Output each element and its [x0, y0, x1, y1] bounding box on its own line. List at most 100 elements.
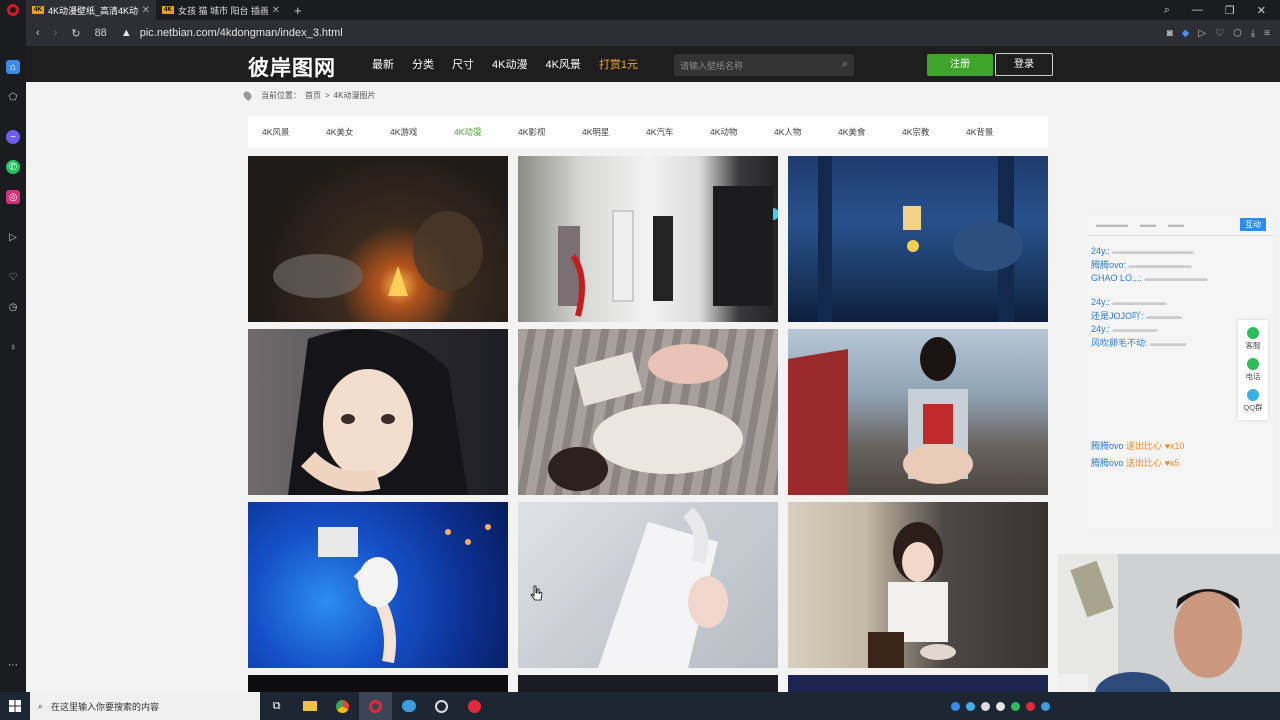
category-item[interactable]: 4K美食: [838, 126, 902, 138]
tray-shield-icon[interactable]: [951, 701, 960, 711]
whatsapp-icon[interactable]: ✆: [6, 160, 20, 174]
chat-user[interactable]: 还是JOJO吖:: [1091, 311, 1144, 321]
netease-music-icon[interactable]: [458, 692, 491, 720]
wallpaper-thumb-blue-girl[interactable]: [248, 502, 508, 668]
category-item[interactable]: 4K影视: [518, 126, 582, 138]
home-icon[interactable]: ⌂: [6, 60, 20, 74]
chat-user[interactable]: 24y.:: [1091, 324, 1110, 334]
warning-icon[interactable]: ▲: [121, 27, 132, 39]
gift-user[interactable]: 腾腾ovo: [1091, 441, 1124, 451]
close-window-icon[interactable]: ✕: [1257, 4, 1266, 17]
messenger-icon[interactable]: ~: [6, 130, 20, 144]
gift-user[interactable]: 腾腾ovo: [1091, 458, 1124, 468]
search-input[interactable]: 请输入壁纸名称 ⌕: [674, 54, 854, 76]
wallpaper-thumb-row4-3[interactable]: [788, 675, 1048, 692]
history-icon[interactable]: ◷: [6, 300, 20, 314]
wallpaper-thumb-lantern-forest[interactable]: [788, 156, 1048, 322]
chat-user[interactable]: 腾腾ovo:: [1091, 260, 1126, 270]
category-item[interactable]: 4K风景: [262, 126, 326, 138]
tray-cloud-icon[interactable]: [981, 701, 990, 711]
file-explorer-icon[interactable]: [293, 692, 326, 720]
chat-user[interactable]: 风吹卵毛不动:: [1091, 338, 1148, 348]
chrome-icon[interactable]: [326, 692, 359, 720]
shield-icon[interactable]: ◆: [1182, 28, 1190, 39]
category-item[interactable]: 4K背景: [966, 126, 1030, 138]
login-button[interactable]: 登录: [995, 53, 1053, 76]
restore-icon[interactable]: ❐: [1225, 4, 1235, 17]
nav-item-size[interactable]: 尺寸: [452, 56, 474, 72]
tray-netease-icon[interactable]: [1026, 701, 1035, 711]
speed-dial-count[interactable]: 88: [95, 27, 107, 39]
category-item[interactable]: 4K美女: [326, 126, 390, 138]
tray-chat-icon[interactable]: [966, 701, 975, 711]
qq-group-button[interactable]: QQ群: [1243, 389, 1263, 413]
download-icon[interactable]: ⤓: [1251, 28, 1255, 39]
category-item[interactable]: 4K人物: [774, 126, 838, 138]
nav-item-4k-anime[interactable]: 4K动漫: [492, 56, 527, 72]
category-item[interactable]: 4K宗教: [902, 126, 966, 138]
chat-user[interactable]: GHAO LO...:: [1091, 273, 1142, 283]
site-logo[interactable]: 彼岸图网: [248, 52, 336, 82]
register-button[interactable]: 注册: [927, 54, 993, 76]
chat-user[interactable]: 24y.:: [1091, 246, 1110, 256]
nav-item-category[interactable]: 分类: [412, 56, 434, 72]
wallpaper-thumb-robot[interactable]: [518, 156, 778, 322]
category-item[interactable]: 4K汽车: [646, 126, 710, 138]
wallpaper-thumb-reading-girl[interactable]: [518, 329, 778, 495]
customer-service-button[interactable]: 客服: [1246, 326, 1261, 351]
nav-item-4k-scenery[interactable]: 4K风景: [545, 56, 580, 72]
tab-close-icon[interactable]: ✕: [272, 5, 280, 16]
tab-close-icon[interactable]: ✕: [142, 5, 150, 16]
new-tab-button[interactable]: +: [294, 3, 302, 18]
browser-tab[interactable]: 4K 女孩 猫 城市 阳台 插画34 ✕: [156, 0, 286, 20]
wallpaper-thumb-row4-2[interactable]: [518, 675, 778, 692]
wallpaper-thumb-black-hair-girl[interactable]: [248, 329, 508, 495]
player-icon[interactable]: ▷: [6, 230, 20, 244]
heart-sidebar-icon[interactable]: ♡: [6, 270, 20, 284]
app-settings-icon[interactable]: [425, 692, 458, 720]
chat-user[interactable]: 24y.:: [1091, 297, 1110, 307]
tray-wechat-icon[interactable]: [1011, 701, 1020, 711]
minimize-icon[interactable]: —: [1192, 4, 1203, 17]
nav-item-latest[interactable]: 最新: [372, 56, 394, 72]
browser-tab-active[interactable]: 4K 4K动漫壁纸_高清4K动漫图 ✕: [26, 0, 156, 20]
cube-icon[interactable]: ⬡: [1233, 28, 1242, 39]
camera-icon[interactable]: ◙: [1167, 28, 1173, 39]
bookmark-icon[interactable]: ⬠: [6, 90, 20, 104]
chat-tab[interactable]: ▬▬▬▬: [1096, 220, 1128, 229]
start-button[interactable]: [0, 692, 30, 720]
instagram-icon[interactable]: ◎: [6, 190, 20, 204]
back-icon[interactable]: ‹: [36, 27, 40, 39]
app-bird-icon[interactable]: [392, 692, 425, 720]
tray-bird-icon[interactable]: [1041, 701, 1050, 711]
chat-tab[interactable]: ▬▬: [1140, 220, 1156, 229]
category-item[interactable]: 4K游戏: [390, 126, 454, 138]
search-icon[interactable]: ⌕: [842, 58, 848, 71]
heart-icon[interactable]: ♡: [1215, 28, 1224, 39]
reload-icon[interactable]: ↻: [71, 27, 80, 40]
phone-button[interactable]: 电话: [1246, 357, 1261, 382]
opera-taskbar-icon[interactable]: [359, 692, 392, 720]
category-item[interactable]: 4K明星: [582, 126, 646, 138]
breadcrumb-current[interactable]: 4K动漫图片: [334, 90, 376, 101]
play-icon[interactable]: ▷: [1198, 28, 1206, 39]
menu-icon[interactable]: ≡: [1264, 28, 1270, 39]
forward-icon[interactable]: ›: [54, 27, 58, 39]
more-icon[interactable]: ⋯: [6, 658, 20, 672]
bulb-icon[interactable]: ♁: [6, 340, 20, 354]
chat-tab[interactable]: ▬▬: [1168, 220, 1184, 229]
breadcrumb-home[interactable]: 首页: [305, 90, 321, 101]
task-view-icon[interactable]: ⧉: [260, 692, 293, 720]
category-item[interactable]: 4K动物: [710, 126, 774, 138]
taskbar-search-input[interactable]: ⌕ 在这里输入你要搜索的内容: [30, 692, 260, 720]
wallpaper-thumb-row4-1[interactable]: [248, 675, 508, 692]
url-field[interactable]: pic.netbian.com/4kdongman/index_3.html: [140, 27, 343, 39]
tray-app-icon[interactable]: [996, 701, 1005, 711]
nav-item-donate[interactable]: 打赏1元: [599, 56, 638, 72]
wallpaper-thumb-cafe-girl[interactable]: [788, 502, 1048, 668]
interaction-tab[interactable]: 互动: [1240, 218, 1266, 231]
wallpaper-thumb-elf-girl[interactable]: [518, 502, 778, 668]
wallpaper-thumb-car-girl[interactable]: [788, 329, 1048, 495]
wallpaper-thumb-campfire[interactable]: [248, 156, 508, 322]
opera-logo-icon[interactable]: [0, 0, 26, 20]
